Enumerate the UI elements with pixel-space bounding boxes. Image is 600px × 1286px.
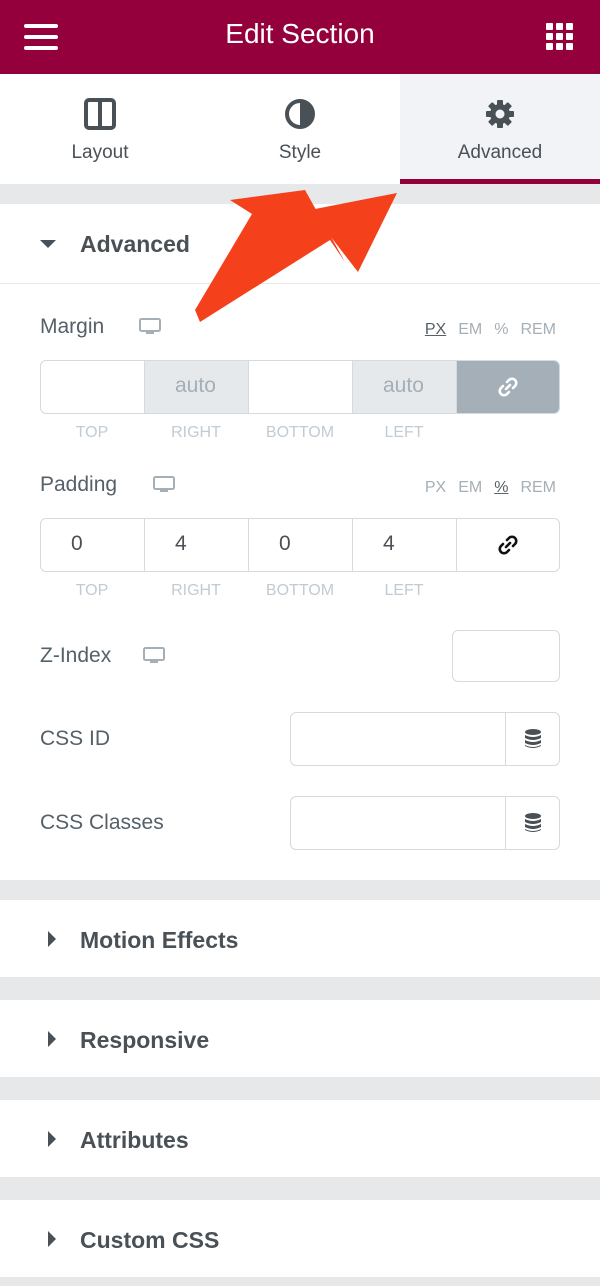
padding-link-button[interactable] <box>457 519 559 571</box>
padding-units: PX EM% REM <box>413 479 556 497</box>
padding-dimensions: 0 4 0 4 <box>40 518 560 572</box>
layout-icon <box>84 98 116 130</box>
unit-em[interactable]: EM <box>458 479 482 496</box>
dynamic-tags-button[interactable] <box>505 713 559 765</box>
section-title: Motion Effects <box>80 927 239 953</box>
caret-right-icon <box>48 1231 56 1247</box>
unit-percent[interactable]: % <box>494 479 508 496</box>
dimension-label-right: RIGHT <box>171 582 221 599</box>
section-custom-css[interactable]: Custom CSS <box>0 1200 600 1278</box>
panel-header: Edit Section <box>0 0 600 74</box>
margin-top-input[interactable] <box>41 361 145 413</box>
section-title: Attributes <box>80 1127 189 1153</box>
dimension-label-bottom: BOTTOM <box>265 582 335 599</box>
dimension-label-top: TOP <box>75 424 109 441</box>
z-index-input[interactable] <box>452 630 560 682</box>
panel-tabs: Layout Style Advanced <box>0 74 600 184</box>
dimension-label-right: RIGHT <box>171 424 221 441</box>
section-title: Custom CSS <box>80 1227 220 1253</box>
desktop-icon[interactable] <box>139 318 161 335</box>
tab-advanced[interactable]: Advanced <box>400 74 600 184</box>
padding-right-input[interactable]: 4 <box>145 519 249 571</box>
unit-em[interactable]: EM <box>458 321 482 338</box>
section-title: Responsive <box>80 1027 210 1053</box>
margin-link-button[interactable] <box>457 361 559 413</box>
unit-px[interactable]: PX <box>425 479 446 496</box>
tab-label: Style <box>278 142 322 163</box>
advanced-section-header[interactable]: Advanced <box>0 204 600 284</box>
panel-title: Edit Section <box>225 18 375 49</box>
margin-bottom-input[interactable] <box>249 361 353 413</box>
dynamic-tags-button[interactable] <box>505 797 559 849</box>
unit-percent[interactable]: % <box>494 321 508 338</box>
database-icon <box>524 813 541 832</box>
tab-label: Layout <box>71 142 129 163</box>
unit-px[interactable]: PX <box>425 321 446 338</box>
margin-right-input[interactable]: auto <box>145 361 249 413</box>
dimension-label-top: TOP <box>75 582 109 599</box>
margin-units: PX EM% REM <box>413 321 556 339</box>
margin-label: Margin <box>40 315 105 338</box>
section-responsive[interactable]: Responsive <box>0 1000 600 1078</box>
section-attributes[interactable]: Attributes <box>0 1100 600 1178</box>
contrast-icon <box>285 99 315 129</box>
caret-right-icon <box>48 1031 56 1047</box>
dimension-label-bottom: BOTTOM <box>265 424 335 441</box>
caret-down-icon <box>40 240 56 248</box>
dimension-label-left: LEFT <box>384 424 424 441</box>
css-id-label: CSS ID <box>40 727 111 750</box>
margin-dimensions: auto auto <box>40 360 560 414</box>
gear-icon <box>486 100 514 128</box>
margin-left-input[interactable]: auto <box>353 361 457 413</box>
margin-dimension-labels: TOP RIGHT BOTTOM LEFT <box>40 424 456 442</box>
z-index-label: Z-Index <box>40 644 112 667</box>
padding-label: Padding <box>40 473 118 496</box>
widgets-grid-icon[interactable] <box>546 23 574 51</box>
advanced-section: Advanced Margin PX EM% REM auto auto TOP R… <box>0 204 600 880</box>
tab-layout[interactable]: Layout <box>0 74 200 184</box>
padding-top-input[interactable]: 0 <box>41 519 145 571</box>
section-motion-effects[interactable]: Motion Effects <box>0 900 600 978</box>
unlink-icon <box>498 535 518 555</box>
tab-style[interactable]: Style <box>200 74 400 184</box>
padding-left-input[interactable]: 4 <box>353 519 457 571</box>
section-title: Advanced <box>80 231 190 257</box>
caret-right-icon <box>48 931 56 947</box>
css-classes-label: CSS Classes <box>40 811 164 834</box>
css-classes-field[interactable] <box>290 796 560 850</box>
unit-rem[interactable]: REM <box>520 479 556 496</box>
dimension-label-left: LEFT <box>384 582 424 599</box>
padding-dimension-labels: TOP RIGHT BOTTOM LEFT <box>40 582 456 600</box>
padding-bottom-input[interactable]: 0 <box>249 519 353 571</box>
link-icon <box>498 377 518 397</box>
caret-right-icon <box>48 1131 56 1147</box>
tab-label: Advanced <box>457 142 543 163</box>
desktop-icon[interactable] <box>143 647 165 664</box>
css-id-field[interactable] <box>290 712 560 766</box>
unit-rem[interactable]: REM <box>520 321 556 338</box>
database-icon <box>524 729 541 748</box>
desktop-icon[interactable] <box>153 476 175 493</box>
